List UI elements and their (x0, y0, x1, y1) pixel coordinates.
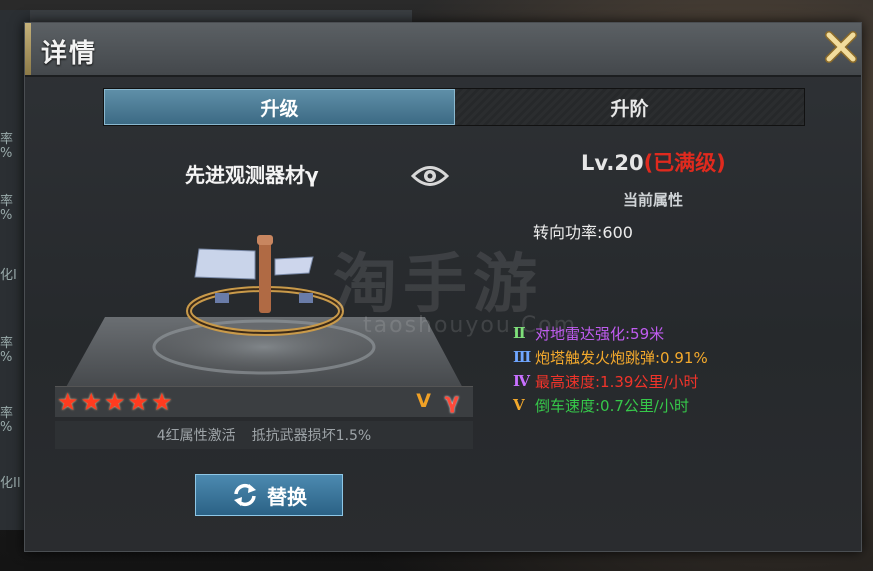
details-dialog: 详情 升级 升阶 先进观测器材γ ★ ★ ★ ★ ★ V γ 4红属性激活 抵抗… (24, 22, 862, 552)
set-bonus-text: 4红属性激活 抵抗武器损坏1.5% (55, 421, 473, 449)
preview-button[interactable] (410, 163, 450, 189)
attribute-row: Ⅱ 对地雷达强化:59米 (513, 321, 833, 345)
tier-numeral: Ⅲ (513, 348, 532, 366)
item-name: 先进观测器材γ (185, 163, 319, 187)
dialog-title-bar: 详情 (25, 23, 861, 77)
tab-upgrade[interactable]: 升级 (104, 89, 455, 125)
background-side-text: 率 (0, 406, 14, 421)
attribute-text: 炮塔触发火炮跳弹:0.91% (535, 348, 708, 367)
base-attribute: 转向功率:600 (533, 223, 633, 242)
eye-icon (410, 166, 450, 186)
tier-numeral: Ⅳ (513, 372, 531, 390)
grade-v-badge: V (416, 390, 431, 412)
star-icon: ★ (80, 388, 103, 416)
tier-numeral: Ⅱ (513, 324, 526, 342)
watermark-text: 淘手游 (333, 248, 543, 322)
close-icon (825, 31, 857, 63)
replace-label: 替换 (267, 484, 307, 509)
tab-advance[interactable]: 升阶 (455, 89, 804, 125)
background-side-text: 率 (0, 194, 14, 209)
star-icon: ★ (57, 388, 79, 416)
attribute-text: 最高速度:1.39公里/小时 (535, 372, 699, 391)
level-maxed-status: (已满级) (643, 151, 726, 175)
background-side-text: 化I (0, 268, 17, 283)
attribute-text: 对地雷达强化:59米 (535, 324, 665, 343)
dialog-title: 详情 (41, 39, 98, 69)
close-button[interactable] (823, 29, 859, 65)
star-rating: ★ ★ ★ ★ ★ V γ (55, 386, 473, 417)
background-side-text: 率 (0, 336, 14, 351)
attribute-row: V 倒车速度:0.7公里/小时 (513, 393, 833, 417)
replace-button[interactable]: 替换 (195, 474, 343, 516)
swap-icon (234, 483, 256, 507)
tab-bar: 升级 升阶 (103, 88, 805, 126)
attribute-row: Ⅳ 最高速度:1.39公里/小时 (513, 369, 833, 393)
tier-numeral: V (513, 396, 525, 414)
bonus-activation: 4红属性激活 (156, 428, 236, 444)
star-icon: ★ (104, 388, 126, 416)
current-attributes-heading: 当前属性 (623, 191, 684, 209)
attribute-row: Ⅲ 炮塔触发火炮跳弹:0.91% (513, 345, 833, 369)
background-side-text: % (0, 208, 13, 223)
bonus-effect: 抵抗武器损坏1.5% (251, 428, 372, 444)
background-side-text: % (0, 146, 13, 161)
background-side-text: 率 (0, 132, 14, 147)
bonus-attribute-list: Ⅱ 对地雷达强化:59米 Ⅲ 炮塔触发火炮跳弹:0.91% Ⅳ 最高速度:1.3… (513, 321, 833, 417)
star-icon: ★ (151, 388, 173, 416)
background-side-text: % (0, 420, 13, 435)
background-side-text: 化II (0, 476, 21, 491)
level-display: Lv.20(已满级) (581, 147, 726, 177)
background-side-text: % (0, 350, 13, 365)
grade-gamma-badge: γ (444, 389, 459, 413)
equipment-image (186, 235, 344, 336)
level-value: Lv.20 (581, 151, 644, 175)
star-icon: ★ (127, 388, 150, 416)
attribute-text: 倒车速度:0.7公里/小时 (535, 396, 689, 415)
